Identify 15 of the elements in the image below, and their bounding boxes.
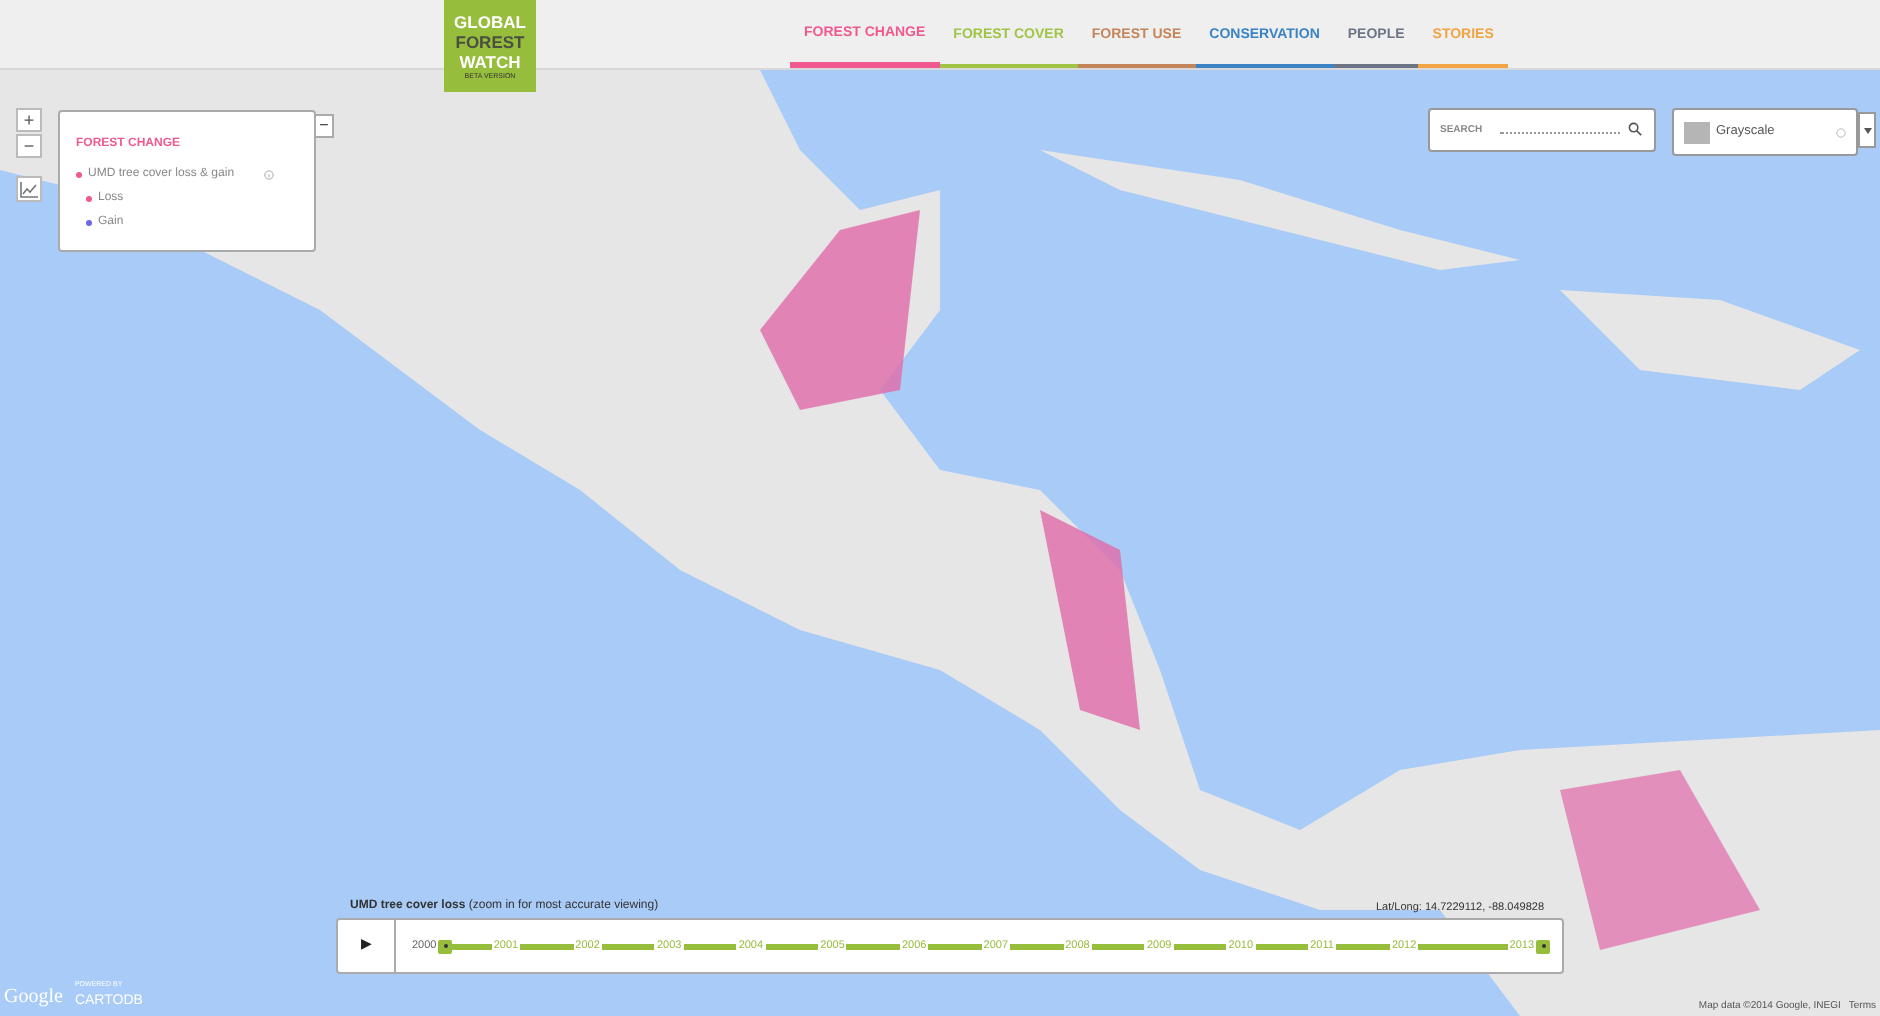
line-chart-icon <box>20 181 38 197</box>
basemap-thumbnail <box>1684 121 1710 143</box>
logo-text: WATCH <box>459 51 521 71</box>
end-handle[interactable] <box>1536 939 1551 953</box>
chart-button[interactable] <box>16 176 42 202</box>
logo-text: FOREST <box>455 31 525 51</box>
logo-text: GLOBAL <box>454 11 526 31</box>
google-logo[interactable]: Google <box>4 982 63 1012</box>
search-icon[interactable] <box>1628 122 1642 136</box>
zoom-in-button[interactable]: + <box>16 108 42 132</box>
start-handle[interactable] <box>438 939 453 953</box>
collapse-button[interactable]: − <box>314 114 334 138</box>
caret-icon <box>1863 127 1871 133</box>
dropdown-button[interactable] <box>1858 112 1876 148</box>
zoom-out-button[interactable]: − <box>16 134 42 158</box>
